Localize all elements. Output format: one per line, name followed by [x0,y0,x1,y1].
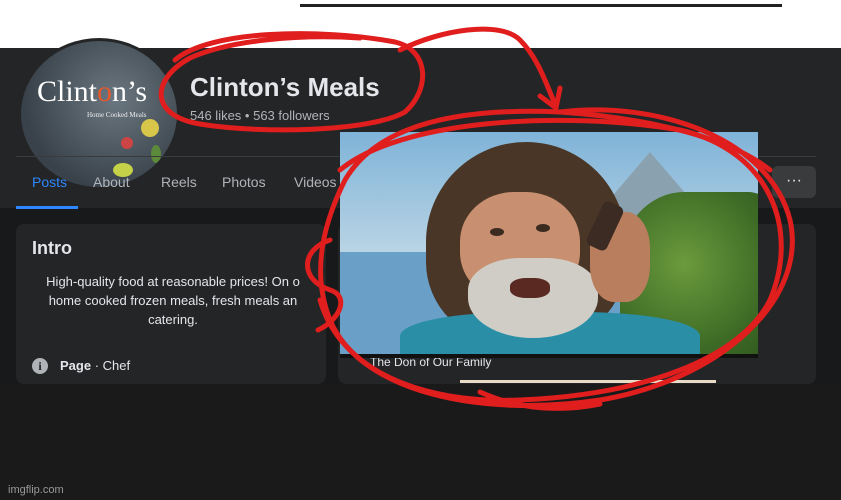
title-circle [158,31,426,133]
video-circle [318,107,795,408]
red-scribble-annotation [158,26,795,411]
